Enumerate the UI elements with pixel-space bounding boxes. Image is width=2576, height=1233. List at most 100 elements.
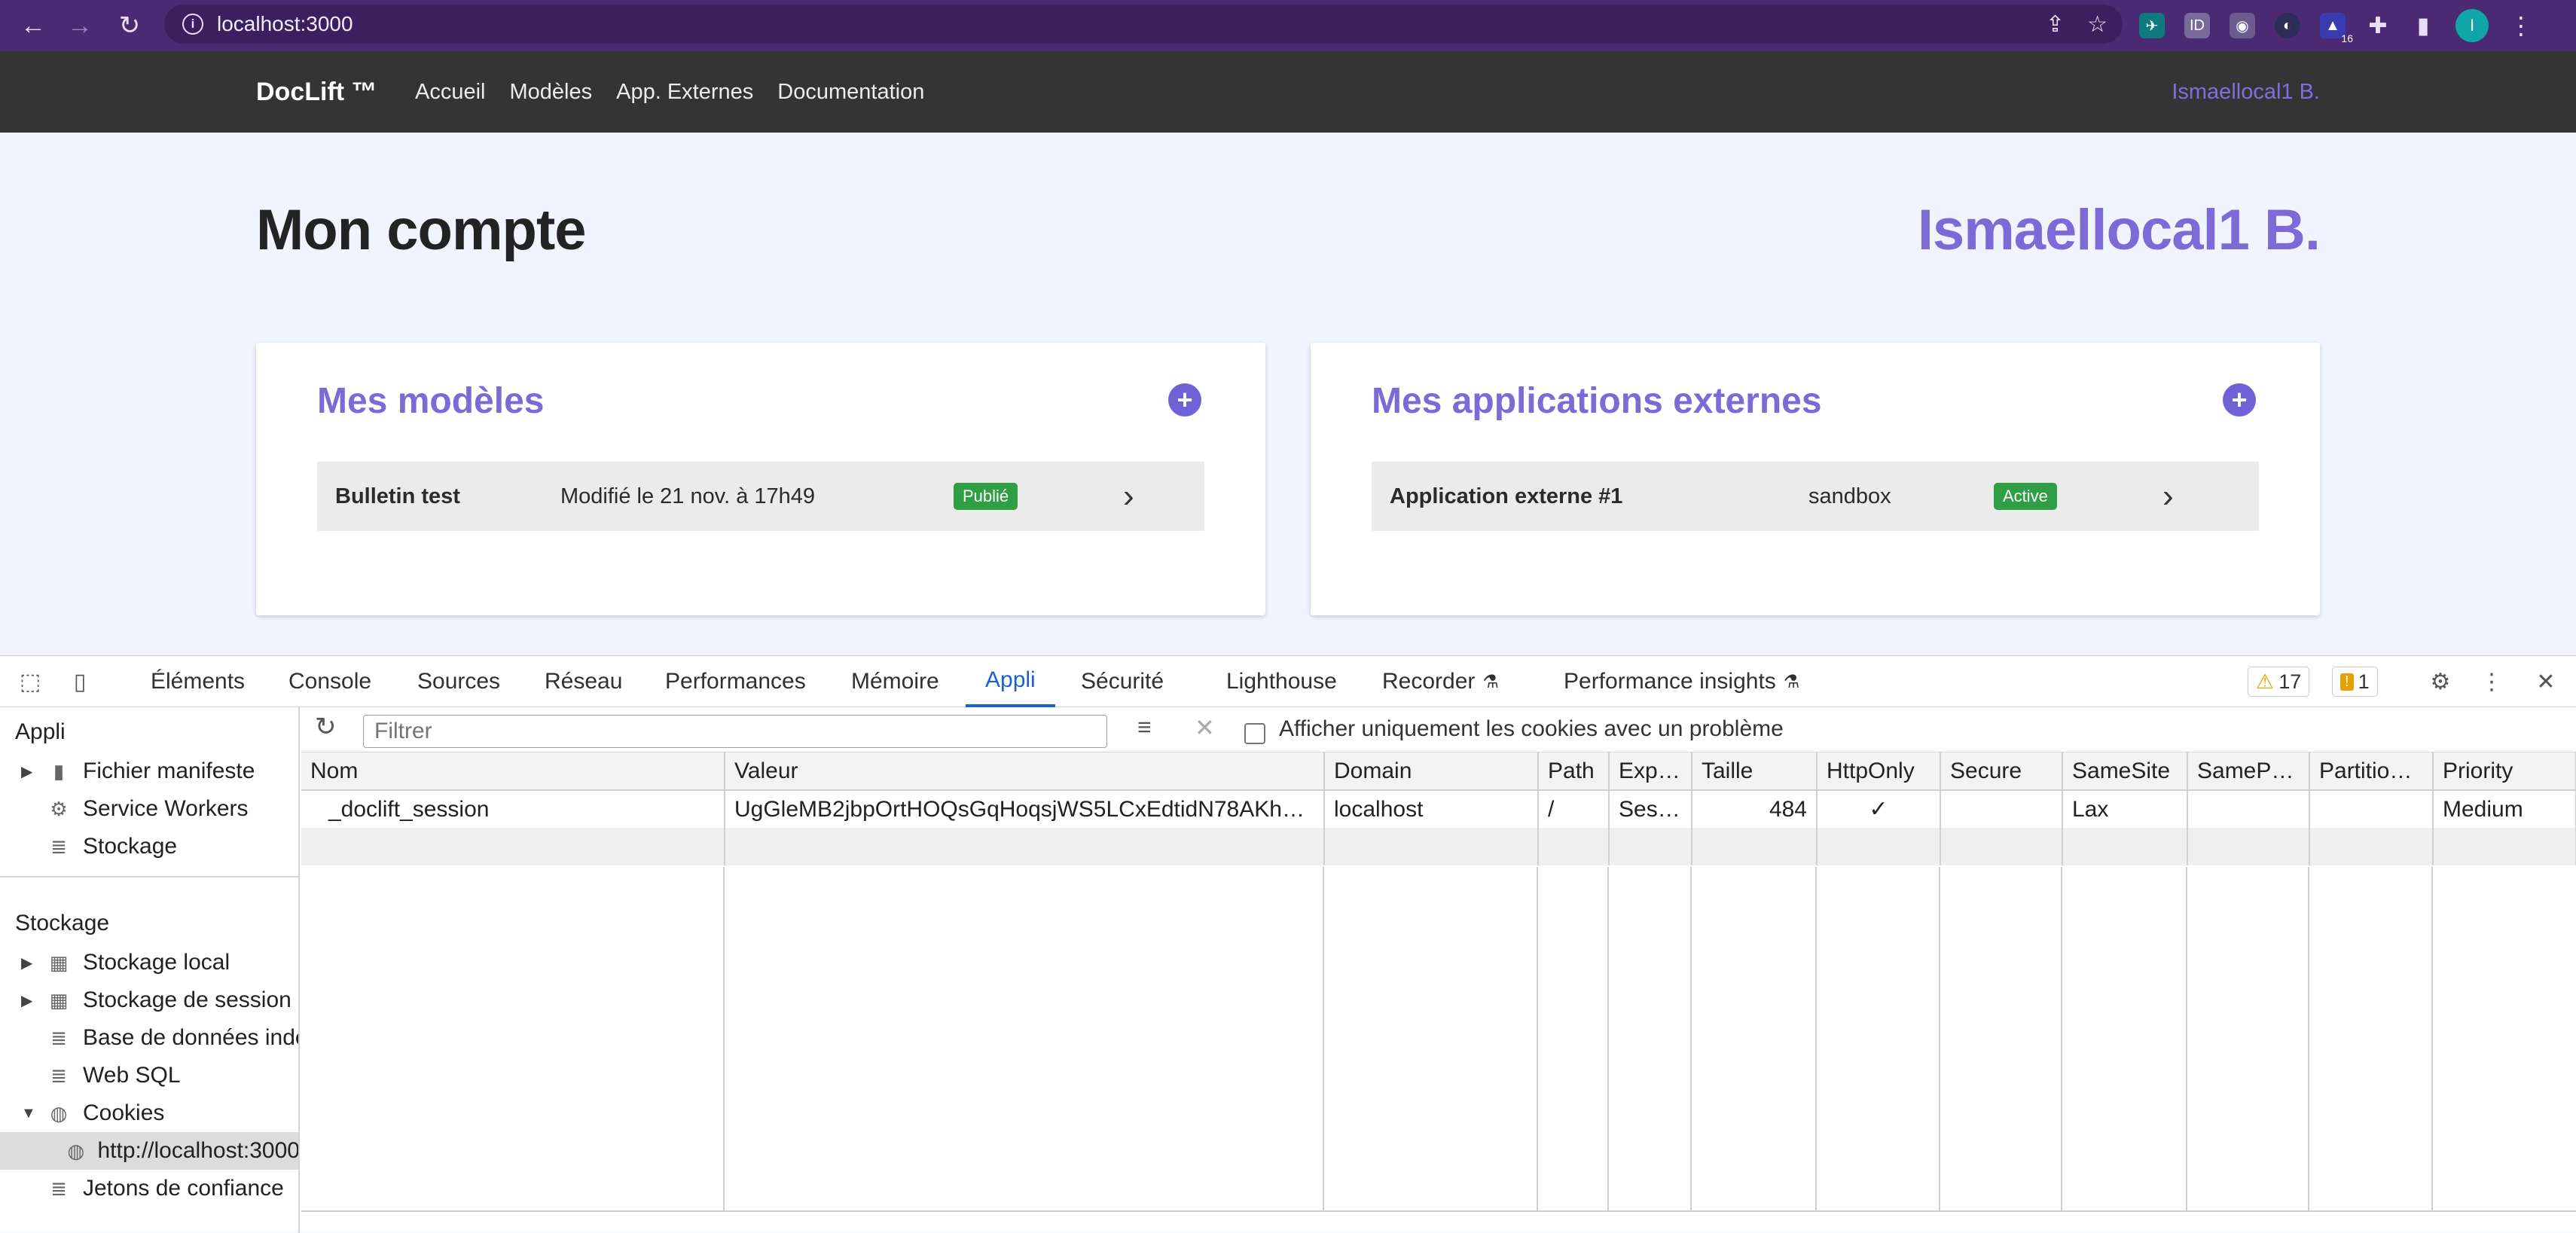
sidebar-item-storage[interactable]: ≣ Stockage <box>47 828 177 865</box>
cookie-sameparty-cell[interactable] <box>2187 790 2310 828</box>
settings-gear-icon[interactable]: ⚙ <box>2425 667 2455 697</box>
empty-cell <box>1324 828 1539 865</box>
sidebar-item-cookies[interactable]: ▼ ◍ Cookies <box>21 1094 164 1132</box>
cookie-httponly-cell[interactable]: ✓ <box>1817 790 1941 828</box>
tab-elements[interactable]: Éléments <box>151 656 245 707</box>
cookie-value-cell[interactable]: UgGleMB2jbpOrtHOQsGqHoqsjWS5LCxEdtidN78A… <box>725 790 1325 828</box>
address-bar[interactable]: i localhost:3000 ⇪ ☆ <box>164 5 2123 44</box>
tab-recorder[interactable]: Recorder ⚗ <box>1382 656 1499 707</box>
page-title: Mon compte <box>256 198 587 262</box>
cookie-path-cell[interactable]: / <box>1538 790 1610 828</box>
collapse-arrow-icon[interactable]: ▼ <box>21 1105 36 1122</box>
model-row[interactable]: Bulletin test Modifié le 21 nov. à 17h49… <box>317 462 1204 531</box>
cookie-domain-cell[interactable]: localhost <box>1324 790 1539 828</box>
tab-network[interactable]: Réseau <box>545 656 622 707</box>
cookie-expires-cell[interactable]: Ses… <box>1609 790 1692 828</box>
profile-avatar[interactable]: I <box>2455 9 2489 42</box>
device-toolbar-icon[interactable]: ▯ <box>65 667 95 697</box>
column-header-sameparty[interactable]: SameP… <box>2187 752 2310 791</box>
tab-performance[interactable]: Performances <box>665 656 806 707</box>
more-options-icon[interactable]: ⋮ <box>2477 667 2507 697</box>
column-header-size[interactable]: Taille <box>1692 752 1818 791</box>
cookie-size-cell[interactable]: 484 <box>1692 790 1818 828</box>
sidebar-item-manifest[interactable]: ▶ ▮ Fichier manifeste <box>21 752 255 790</box>
inspect-element-icon[interactable]: ⬚ <box>15 667 45 697</box>
issues-counter[interactable]: ! 1 <box>2332 667 2378 697</box>
column-header-path[interactable]: Path <box>1538 752 1610 791</box>
tab-performance-insights[interactable]: Performance insights ⚗ <box>1564 656 1799 707</box>
only-issues-checkbox[interactable] <box>1244 723 1265 744</box>
tab-console[interactable]: Console <box>288 656 371 707</box>
reload-icon[interactable]: ↻ <box>107 3 152 48</box>
extension-hummingbird-icon[interactable]: ✈ <box>2139 13 2165 38</box>
column-header-samesite[interactable]: SameSite <box>2062 752 2188 791</box>
sidebar-item-label: Base de données indexée <box>83 1025 298 1050</box>
sidebar-item-label: Cookies <box>83 1100 165 1125</box>
forward-icon[interactable]: → <box>57 3 102 48</box>
cookie-partition-cell[interactable] <box>2309 790 2434 828</box>
chevron-right-icon[interactable]: › <box>1123 478 1134 515</box>
camera-extension-icon[interactable]: ◉ <box>2230 13 2255 38</box>
clear-filtered-cookies-icon[interactable]: ≡ <box>1137 713 1152 741</box>
sidebar-item-trust-tokens[interactable]: ≣ Jetons de confiance <box>47 1170 284 1207</box>
sidebar-item-cookie-origin[interactable]: ◍ http://localhost:3000 <box>0 1132 298 1170</box>
expand-arrow-icon[interactable]: ▶ <box>21 762 36 781</box>
table-grid-icon: ▦ <box>49 988 69 1012</box>
bookmark-star-icon[interactable]: ☆ <box>2087 11 2107 38</box>
sidebar-item-indexeddb[interactable]: ≣ Base de données indexée <box>47 1019 298 1057</box>
sidebar-item-service-workers[interactable]: ⚙ Service Workers <box>47 790 248 828</box>
brand-logo[interactable]: DocLift ™ <box>256 78 377 107</box>
model-modified-date: Modifié le 21 nov. à 17h49 <box>560 484 816 508</box>
site-info-icon[interactable]: i <box>182 14 203 35</box>
extension-graduation-icon[interactable]: ▲ 16 <box>2320 13 2353 44</box>
sidebar-item-session-storage[interactable]: ▶ ▦ Stockage de session <box>21 981 291 1019</box>
tab-memory[interactable]: Mémoire <box>851 656 939 707</box>
sidebar-item-web-sql[interactable]: ≣ Web SQL <box>47 1057 180 1094</box>
column-header-value[interactable]: Valeur <box>725 752 1325 791</box>
back-icon[interactable]: ← <box>11 3 56 48</box>
cookie-samesite-cell[interactable]: Lax <box>2062 790 2188 828</box>
sidebar-item-local-storage[interactable]: ▶ ▦ Stockage local <box>21 944 230 981</box>
cookie-priority-cell[interactable]: Medium <box>2433 790 2576 828</box>
column-header-domain[interactable]: Domain <box>1324 752 1539 791</box>
tab-application[interactable]: Appli <box>966 656 1055 707</box>
sidebar-item-label: Stockage local <box>83 950 230 975</box>
refresh-icon[interactable]: ↻ <box>315 712 337 742</box>
external-app-row[interactable]: Application externe #1 sandbox Active › <box>1372 462 2259 531</box>
close-devtools-icon[interactable]: ✕ <box>2531 667 2561 697</box>
delete-cookie-icon[interactable]: ✕ <box>1195 713 1215 742</box>
nav-link-app-externes[interactable]: App. Externes <box>616 80 753 105</box>
add-external-app-button[interactable]: + <box>2223 383 2256 417</box>
extension-id-icon[interactable]: ID <box>2184 13 2210 38</box>
expand-arrow-icon[interactable]: ▶ <box>21 954 36 972</box>
browser-menu-icon[interactable]: ⋮ <box>2508 12 2534 39</box>
chevron-right-icon[interactable]: › <box>2162 478 2174 515</box>
nav-link-modeles[interactable]: Modèles <box>510 80 593 105</box>
cookie-secure-cell[interactable] <box>1940 790 2063 828</box>
column-header-partition-key[interactable]: Partitio… <box>2309 752 2434 791</box>
column-header-name[interactable]: Nom <box>301 752 725 791</box>
cookie-name-cell[interactable]: _doclift_session <box>301 790 725 828</box>
cookie-filter-input[interactable] <box>363 715 1107 748</box>
side-panel-icon[interactable]: ▮ <box>2410 13 2436 38</box>
table-row[interactable]: _doclift_session UgGleMB2jbpOrtHOQsGqHoq… <box>301 790 2576 828</box>
models-card: Mes modèles + Bulletin test Modifié le 2… <box>256 343 1265 615</box>
nav-link-documentation[interactable]: Documentation <box>777 80 924 105</box>
column-header-secure[interactable]: Secure <box>1940 752 2063 791</box>
empty-cell <box>1609 828 1692 865</box>
extension-shield-icon[interactable]: ◐ <box>2275 13 2300 38</box>
expand-arrow-icon[interactable]: ▶ <box>21 991 36 1010</box>
nav-user-link[interactable]: Ismaellocal1 B. <box>2172 80 2320 105</box>
extensions-puzzle-icon[interactable]: ✚ <box>2365 13 2391 38</box>
column-header-httponly[interactable]: HttpOnly <box>1817 752 1941 791</box>
add-model-button[interactable]: + <box>1168 383 1201 417</box>
url-text: localhost:3000 <box>217 12 353 35</box>
column-header-expires[interactable]: Expi… <box>1609 752 1692 791</box>
nav-link-accueil[interactable]: Accueil <box>415 80 486 105</box>
share-icon[interactable]: ⇪ <box>2046 11 2065 38</box>
tab-security[interactable]: Sécurité <box>1081 656 1164 707</box>
warnings-counter[interactable]: ⚠ 17 <box>2248 667 2310 697</box>
column-header-priority[interactable]: Priority <box>2433 752 2576 791</box>
tab-lighthouse[interactable]: Lighthouse <box>1226 656 1337 707</box>
tab-sources[interactable]: Sources <box>417 656 500 707</box>
